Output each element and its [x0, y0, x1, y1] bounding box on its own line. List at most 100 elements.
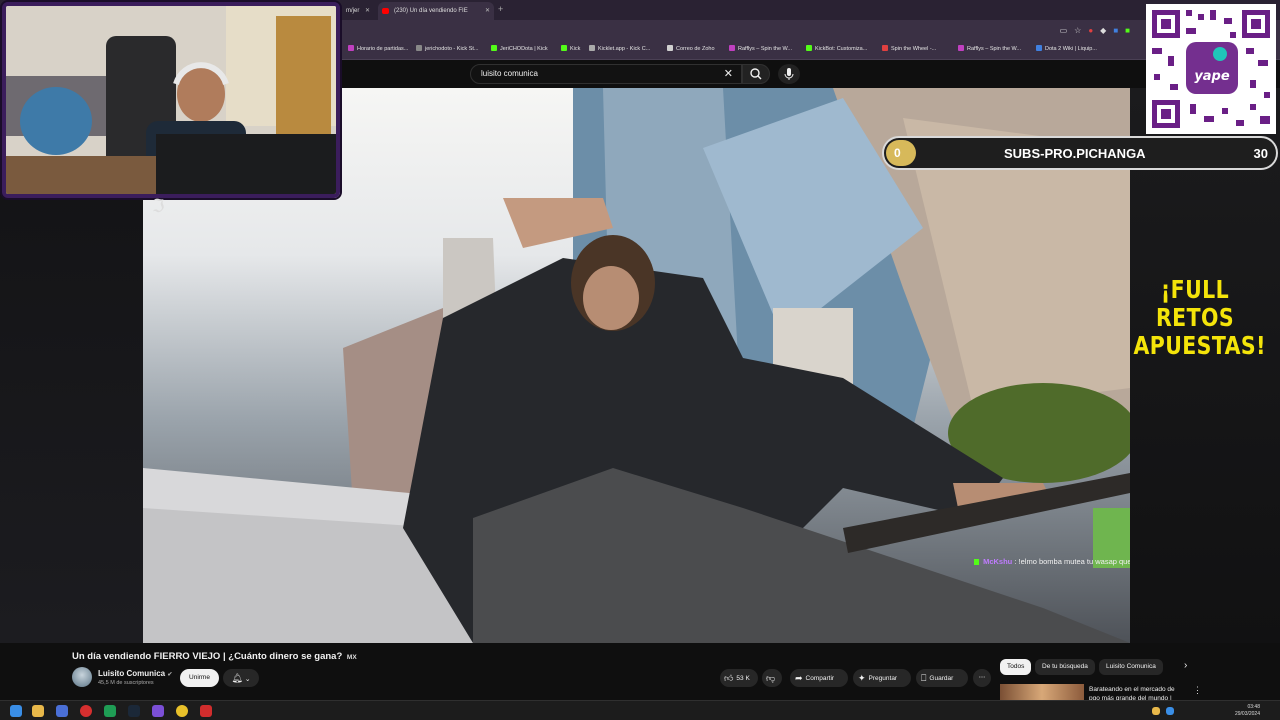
dislike-button[interactable]: 👎︎: [762, 669, 782, 687]
subscriber-count: 45,5 M de suscriptores: [98, 680, 154, 686]
excel-icon[interactable]: [104, 705, 116, 717]
app-icon[interactable]: [56, 705, 68, 717]
bookmark-favicon-icon: [416, 45, 422, 51]
kick-badge-icon: [974, 559, 979, 565]
more-icon[interactable]: ⋮: [1193, 685, 1202, 696]
file-explorer-icon[interactable]: [32, 705, 44, 717]
bookmark-favicon-icon: [561, 45, 567, 51]
bookmark[interactable]: jerichodoto - Kick St...: [416, 45, 479, 52]
bookmark[interactable]: Horario de partidas...: [348, 45, 408, 52]
bookmark-favicon-icon: [1036, 45, 1042, 51]
extension-icon[interactable]: ■: [1125, 26, 1130, 35]
extension-icon[interactable]: ●: [1088, 26, 1093, 35]
ask-button[interactable]: ✦ Preguntar: [853, 669, 911, 687]
channel-name[interactable]: Luisito Comunica ✔: [98, 669, 172, 678]
recommendation-thumbnail[interactable]: [1000, 684, 1084, 700]
video-title: Un día vendiendo FIERRO VIEJO | ¿Cuánto …: [72, 651, 357, 662]
bookmark[interactable]: Correo de Zoho: [667, 45, 715, 52]
screen: m/jer ✕ (230) Un día vendiendo FIE ✕ + ▭…: [0, 0, 1280, 720]
like-button[interactable]: 👍︎ 53 K: [720, 669, 758, 687]
search-button[interactable]: [742, 64, 770, 84]
notifications-button[interactable]: 🔔︎ ⌄: [223, 669, 259, 687]
chip-from-search[interactable]: De tu búsqueda: [1035, 659, 1095, 675]
donation-qr-code: yape: [1146, 4, 1276, 134]
more-icon: ⋯: [978, 674, 986, 681]
bookmark[interactable]: Rafflys – Spin the W...: [958, 45, 1021, 52]
bookmark-favicon-icon: [729, 45, 735, 51]
tab-label: (230) Un día vendiendo FIE: [394, 8, 468, 14]
bookmark-favicon-icon: [589, 45, 595, 51]
search-icon: [750, 68, 762, 80]
channel-avatar[interactable]: [72, 667, 92, 687]
steam-icon[interactable]: [128, 705, 140, 717]
opera-icon[interactable]: [80, 705, 92, 717]
chip-all[interactable]: Todos: [1000, 659, 1032, 675]
chat-message: McKshu : !elmo bomba mutea tu wasap que …: [974, 557, 1130, 566]
join-button[interactable]: Unirme: [180, 669, 219, 687]
chat-username: McKshu: [983, 557, 1013, 566]
sparkle-icon: ✦: [858, 673, 866, 683]
goal-target-count: 30: [1253, 146, 1268, 161]
bookmark-favicon-icon: [667, 45, 673, 51]
thumbs-down-icon: 👎︎: [766, 673, 776, 683]
share-icon: ➦: [795, 673, 803, 683]
bell-icon: 🔔︎: [231, 673, 243, 683]
search-query: luisito comunica: [481, 69, 538, 78]
new-tab-icon[interactable]: +: [498, 4, 503, 14]
bookmark-icon: ⎕: [921, 673, 927, 683]
discord-icon[interactable]: [152, 705, 164, 717]
microphone-icon: [784, 68, 794, 80]
bookmark-favicon-icon: [806, 45, 812, 51]
tray-icon[interactable]: [1152, 707, 1160, 715]
tab-close-icon[interactable]: ✕: [485, 2, 490, 20]
youtube-favicon-icon: [382, 8, 389, 14]
search-input[interactable]: luisito comunica ✕: [470, 64, 742, 84]
more-actions-button[interactable]: ⋯: [973, 669, 991, 687]
extension-icon[interactable]: ■: [1113, 26, 1118, 35]
browser-tab-active[interactable]: (230) Un día vendiendo FIE ✕: [378, 2, 494, 20]
star-icon[interactable]: ☆: [1074, 26, 1081, 35]
qr-brand-text: yape: [1194, 69, 1230, 84]
subscriber-goal-bar: 0 SUBS-PRO.PICHANGA 30: [882, 136, 1278, 170]
chip-channel[interactable]: Luisito Comunica: [1099, 659, 1163, 675]
bookmark-favicon-icon: [882, 45, 888, 51]
bookmark-favicon-icon: [491, 45, 497, 51]
webcam-overlay: [2, 2, 340, 198]
thumbs-up-icon: 👍︎: [724, 673, 734, 683]
verified-icon: ✔: [167, 672, 173, 678]
taskbar: 03:48 29/03/2024: [0, 700, 1280, 720]
tab-label: m/jer: [346, 8, 360, 14]
bookmark[interactable]: Kicklet.app - Kick C...: [589, 45, 650, 52]
system-clock[interactable]: 03:48 29/03/2024: [1235, 704, 1260, 718]
chevron-right-icon[interactable]: ›: [1184, 660, 1187, 671]
bookmark[interactable]: Spin the Wheel -...: [882, 45, 936, 52]
bookmark-favicon-icon: [348, 45, 354, 51]
bookmark[interactable]: JeriCHODota | Kick: [491, 45, 548, 52]
bookmark[interactable]: KickBot: Customiza...: [806, 45, 867, 52]
chat-text: : !elmo bomba mutea tu wasap que pienso …: [1014, 557, 1130, 566]
start-icon[interactable]: [10, 705, 22, 717]
goal-current-count: 0: [894, 146, 901, 160]
tab-close-icon[interactable]: ✕: [365, 2, 370, 20]
goal-progress-fill: [886, 140, 916, 166]
bookmark[interactable]: Dota 2 Wiki | Liquip...: [1036, 45, 1097, 52]
bookmark-favicon-icon: [958, 45, 964, 51]
clear-search-icon[interactable]: ✕: [724, 67, 733, 80]
extension-icon[interactable]: ◆: [1100, 26, 1106, 35]
recommendation-title[interactable]: Barateando en el mercado de pgo más gran…: [1089, 685, 1185, 700]
channel-logo-icon: ℑ: [152, 196, 165, 217]
tray-icon[interactable]: [1166, 707, 1174, 715]
cast-icon[interactable]: ▭: [1060, 26, 1068, 35]
chrome-icon[interactable]: [176, 705, 188, 717]
share-button[interactable]: ➦ Compartir: [790, 669, 848, 687]
country-badge: MX: [346, 654, 357, 661]
save-button[interactable]: ⎕ Guardar: [916, 669, 968, 687]
voice-search-button[interactable]: [778, 64, 800, 84]
promo-banner-text: ¡FULL RETOS APUESTAS!: [1133, 275, 1266, 360]
browser-toolbar-icons: ▭ ☆ ● ◆ ■ ■: [1060, 26, 1130, 35]
goal-label: SUBS-PRO.PICHANGA: [1004, 146, 1146, 161]
bookmark[interactable]: Rafflys – Spin the W...: [729, 45, 792, 52]
obs-icon[interactable]: [200, 705, 212, 717]
bookmark[interactable]: Kick: [561, 45, 580, 52]
webcam-image: [6, 6, 336, 194]
